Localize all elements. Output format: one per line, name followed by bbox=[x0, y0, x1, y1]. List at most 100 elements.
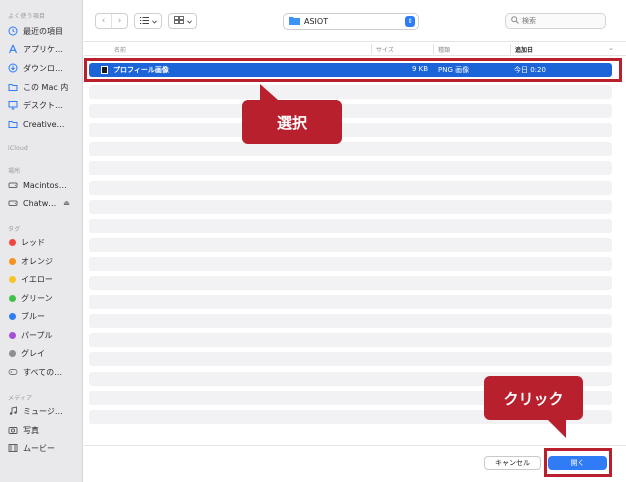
sidebar-item-label: Macintos… bbox=[23, 180, 67, 190]
disk-icon bbox=[8, 198, 18, 208]
sidebar-item-label: ダウンロ… bbox=[23, 63, 63, 73]
open-button-highlight-box bbox=[544, 448, 612, 477]
sidebar-item-desktop[interactable]: デスクト… bbox=[8, 98, 80, 112]
empty-row-stripe bbox=[89, 104, 612, 119]
sidebar-item-applications[interactable]: アプリケ… bbox=[8, 42, 80, 56]
tag-dot-icon bbox=[9, 294, 16, 302]
empty-row-stripe bbox=[89, 237, 612, 252]
empty-row-stripe bbox=[89, 85, 612, 99]
sidebar-item-label: ブルー bbox=[21, 311, 45, 321]
empty-row-stripe bbox=[89, 276, 612, 290]
search-icon bbox=[511, 16, 519, 26]
tag-dot-icon bbox=[9, 238, 16, 246]
empty-row-stripe bbox=[89, 142, 612, 157]
photo-icon bbox=[8, 425, 18, 435]
sidebar-item-label: Creative… bbox=[23, 119, 65, 129]
click-callout-tail bbox=[548, 420, 566, 438]
sidebar-tag-yellow[interactable]: イエロー bbox=[8, 272, 80, 286]
sidebar-item-label: 写真 bbox=[23, 425, 39, 435]
location-popup[interactable]: ASIOT ⇕ bbox=[283, 13, 419, 30]
empty-row-stripe bbox=[89, 123, 612, 138]
sidebar-item-label: グリーン bbox=[21, 293, 53, 303]
updown-chevron-icon: ⇕ bbox=[405, 16, 415, 27]
sidebar-item-label: Chatw… bbox=[23, 198, 57, 208]
sidebar-item-label: アプリケ… bbox=[23, 44, 63, 54]
applications-icon bbox=[8, 44, 18, 54]
tag-dot-icon bbox=[9, 349, 16, 357]
desktop-icon bbox=[8, 100, 18, 110]
sidebar-item-macintosh-hd[interactable]: Macintos… bbox=[8, 178, 80, 192]
sidebar-tag-gray[interactable]: グレイ bbox=[8, 346, 80, 360]
column-kind[interactable]: 種類 bbox=[438, 45, 450, 54]
sidebar-item-chatwork[interactable]: Chatw… ⏏ bbox=[8, 196, 80, 210]
search-field[interactable] bbox=[505, 13, 606, 29]
sort-chevron-icon[interactable]: ⌄ bbox=[608, 44, 614, 52]
disk-icon bbox=[8, 180, 18, 190]
sidebar-item-downloads[interactable]: ダウンロ… bbox=[8, 61, 80, 75]
select-callout-tail bbox=[260, 84, 278, 100]
tag-dot-icon bbox=[9, 331, 16, 339]
sidebar-item-recents[interactable]: 最近の項目 bbox=[8, 24, 80, 38]
sidebar-item-label: パープル bbox=[21, 330, 53, 340]
chevron-down-icon bbox=[186, 17, 192, 26]
sidebar-item-label: すべての… bbox=[23, 367, 63, 377]
sidebar-item-photos[interactable]: 写真 bbox=[8, 423, 80, 437]
sidebar-tag-purple[interactable]: パープル bbox=[8, 328, 80, 342]
tag-dot-icon bbox=[9, 257, 16, 265]
search-input[interactable] bbox=[522, 17, 602, 25]
sidebar-item-music[interactable]: ミュージ… bbox=[8, 404, 80, 418]
chevron-down-icon bbox=[151, 17, 157, 26]
empty-row-stripe bbox=[89, 295, 612, 310]
sidebar-item-label: デスクト… bbox=[23, 100, 63, 110]
view-mode-button[interactable] bbox=[134, 13, 162, 29]
sidebar-section-locations: 場所 bbox=[8, 168, 21, 175]
sidebar-tag-green[interactable]: グリーン bbox=[8, 291, 80, 305]
folder-icon bbox=[8, 119, 18, 129]
sidebar-section-media: メディア bbox=[8, 395, 33, 402]
sidebar-item-this-mac[interactable]: この Mac 内 bbox=[8, 80, 80, 94]
click-callout: クリック bbox=[484, 376, 583, 420]
clock-icon bbox=[8, 26, 18, 36]
music-icon bbox=[8, 406, 18, 416]
column-name[interactable]: 名前 bbox=[114, 45, 126, 54]
sidebar-tag-blue[interactable]: ブルー bbox=[8, 309, 80, 323]
column-divider bbox=[433, 44, 434, 54]
empty-row-stripe bbox=[89, 333, 612, 348]
forward-button[interactable]: › bbox=[111, 14, 127, 28]
sidebar-section-icloud: iCloud bbox=[8, 145, 29, 152]
empty-row-stripe bbox=[89, 352, 612, 367]
all-tags-icon bbox=[8, 367, 18, 377]
column-date-added[interactable]: 追加日 bbox=[515, 45, 533, 54]
column-size[interactable]: サイズ bbox=[376, 45, 394, 54]
sidebar-item-creative[interactable]: Creative… bbox=[8, 117, 80, 131]
footer-divider bbox=[84, 445, 626, 446]
sidebar-tag-all[interactable]: すべての… bbox=[8, 365, 80, 379]
empty-row-stripe bbox=[89, 180, 612, 195]
back-button[interactable]: ‹ bbox=[96, 14, 111, 28]
column-header: 名前 サイズ 種類 追加日 ⌄ bbox=[84, 41, 626, 56]
open-file-dialog: よく使う項目 最近の項目 アプリケ… ダウンロ… この Mac 内 デスクト… … bbox=[0, 0, 626, 482]
sidebar-tag-orange[interactable]: オレンジ bbox=[8, 254, 80, 268]
sidebar-section-tags: タグ bbox=[8, 226, 21, 233]
empty-row-stripe bbox=[89, 199, 612, 214]
column-divider bbox=[510, 44, 511, 54]
movie-icon bbox=[8, 443, 18, 453]
eject-icon[interactable]: ⏏ bbox=[63, 199, 70, 207]
location-label: ASIOT bbox=[304, 17, 329, 26]
sidebar-item-label: レッド bbox=[21, 237, 45, 247]
empty-row-stripe bbox=[89, 161, 612, 176]
sidebar-item-movies[interactable]: ムービー bbox=[8, 441, 80, 455]
cancel-button[interactable]: キャンセル bbox=[484, 456, 541, 470]
sidebar-item-label: この Mac 内 bbox=[23, 82, 69, 92]
select-callout: 選択 bbox=[242, 100, 342, 144]
grid-view-icon bbox=[173, 16, 184, 26]
selection-highlight-box bbox=[84, 58, 622, 82]
history-nav: ‹ › bbox=[95, 13, 128, 29]
group-by-button[interactable] bbox=[168, 13, 197, 29]
sidebar-item-label: ミュージ… bbox=[23, 406, 63, 416]
sidebar-item-label: グレイ bbox=[21, 348, 45, 358]
empty-row-stripe bbox=[89, 256, 612, 271]
sidebar-tag-red[interactable]: レッド bbox=[8, 235, 80, 249]
empty-row-stripe bbox=[89, 314, 612, 329]
download-icon bbox=[8, 63, 18, 73]
